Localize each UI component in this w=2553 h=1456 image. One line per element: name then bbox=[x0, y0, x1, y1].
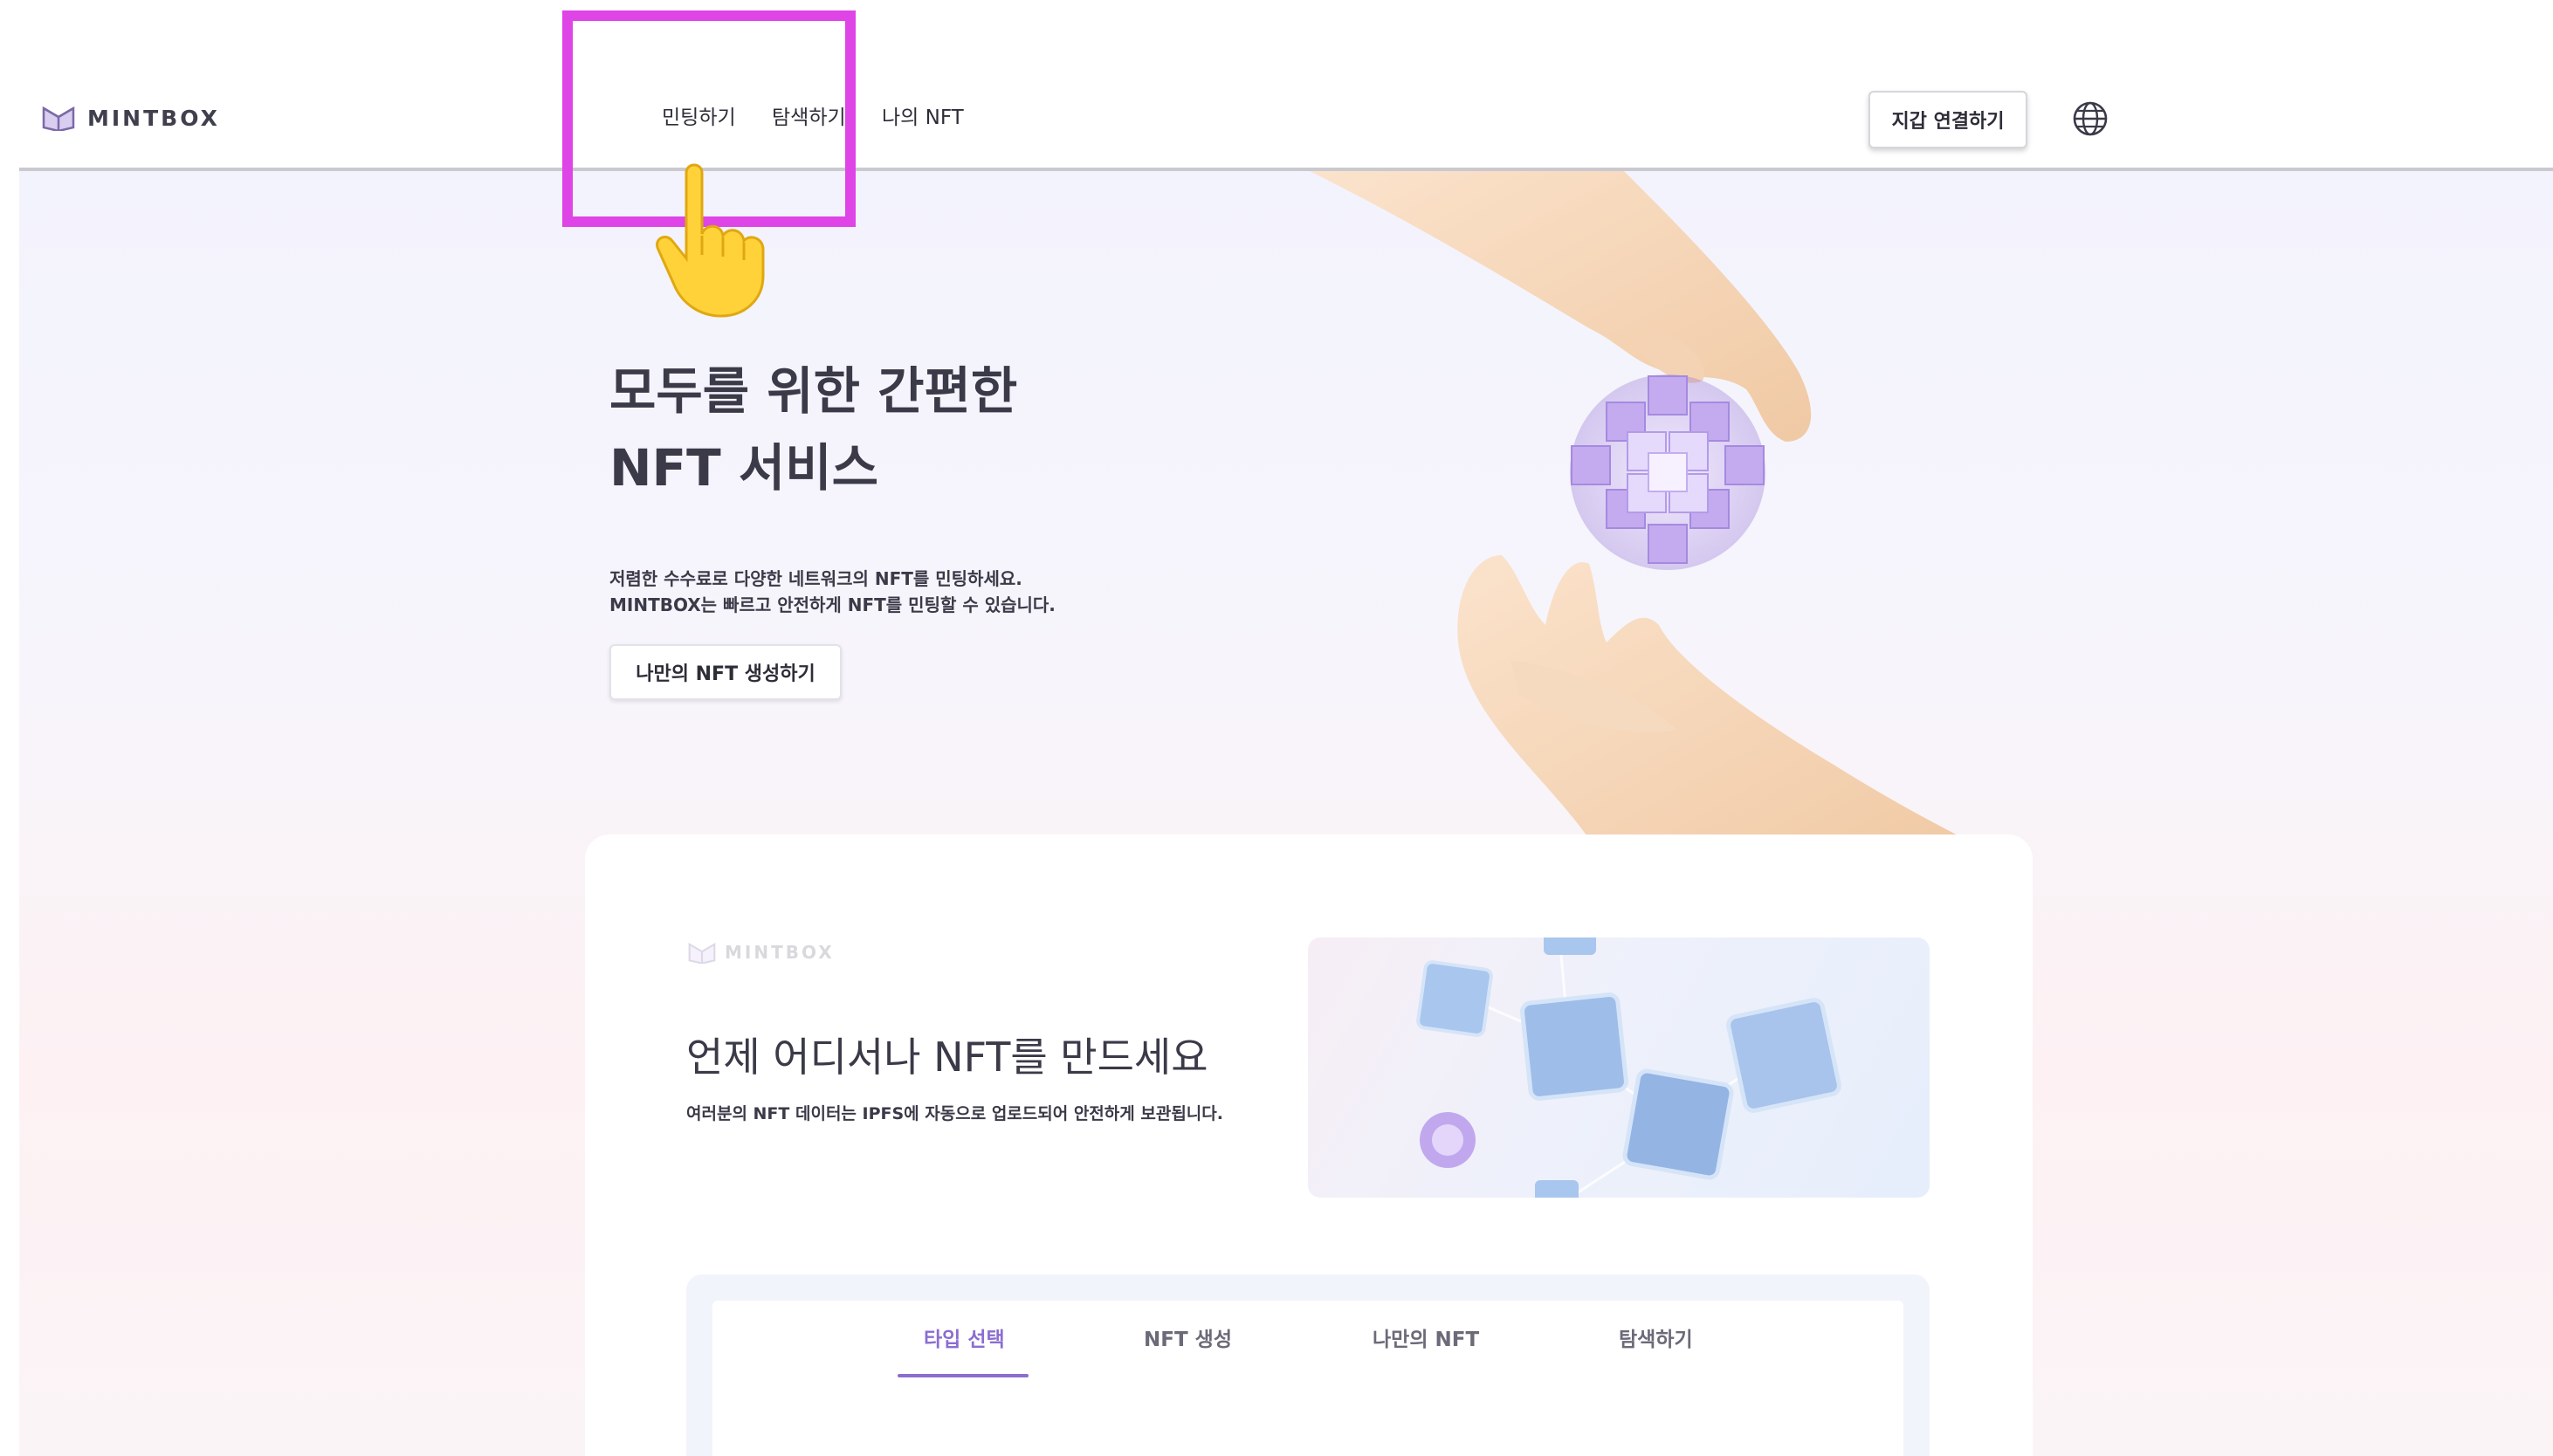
hero-description: 저렴한 수수료로 다양한 네트워크의 NFT를 민팅하세요. MINTBOX는 … bbox=[609, 566, 1056, 618]
ipfs-cubes-illustration bbox=[1308, 937, 1930, 1198]
card-brand-logo-text: MINTBOX bbox=[725, 942, 835, 963]
tab-my-nft[interactable]: 나만의 NFT bbox=[1373, 1325, 1479, 1355]
hero-title-line1: 모두를 위한 간편한 bbox=[609, 361, 1018, 421]
create-nft-button[interactable]: 나만의 NFT 생성하기 bbox=[609, 644, 842, 700]
tab-type-select[interactable]: 타입 선택 bbox=[924, 1325, 1005, 1355]
nav-minting[interactable]: 민팅하기 bbox=[662, 103, 736, 133]
hands-holding-cube-illustration bbox=[1310, 171, 1957, 834]
mintbox-logo-icon bbox=[42, 106, 75, 131]
hero-title-line2: NFT 서비스 bbox=[609, 438, 878, 498]
top-navbar: MINTBOX bbox=[19, 0, 2553, 171]
nav-explore[interactable]: 탐색하기 bbox=[772, 103, 846, 133]
tab-nft-create[interactable]: NFT 생성 bbox=[1144, 1325, 1232, 1355]
hero-desc-line2: MINTBOX는 빠르고 안전하게 NFT를 민팅할 수 있습니다. bbox=[609, 594, 1056, 615]
pointing-hand-icon bbox=[656, 163, 765, 318]
hero-desc-line1: 저렴한 수수료로 다양한 네트워크의 NFT를 민팅하세요. bbox=[609, 568, 1022, 589]
active-tab-indicator bbox=[898, 1374, 1029, 1377]
brand-logo-text: MINTBOX bbox=[87, 105, 220, 131]
connect-wallet-button[interactable]: 지갑 연결하기 bbox=[1868, 91, 2027, 148]
card-subtitle: 여러분의 NFT 데이터는 IPFS에 자동으로 업로드되어 안전하게 보관됩니… bbox=[686, 1104, 1223, 1123]
card-brand-logo: MINTBOX bbox=[688, 941, 835, 964]
card-title: 언제 어디서나 NFT를 만드세요 bbox=[686, 1034, 1208, 1081]
tab-explore[interactable]: 탐색하기 bbox=[1619, 1325, 1693, 1355]
hero-title: 모두를 위한 간편한 NFT 서비스 bbox=[609, 353, 1017, 506]
mintbox-logo-icon bbox=[688, 942, 716, 964]
globe-icon[interactable] bbox=[2071, 100, 2109, 138]
nav-my-nft[interactable]: 나의 NFT bbox=[882, 103, 964, 133]
brand-logo[interactable]: MINTBOX bbox=[42, 103, 220, 133]
tabs-panel bbox=[712, 1301, 1903, 1456]
